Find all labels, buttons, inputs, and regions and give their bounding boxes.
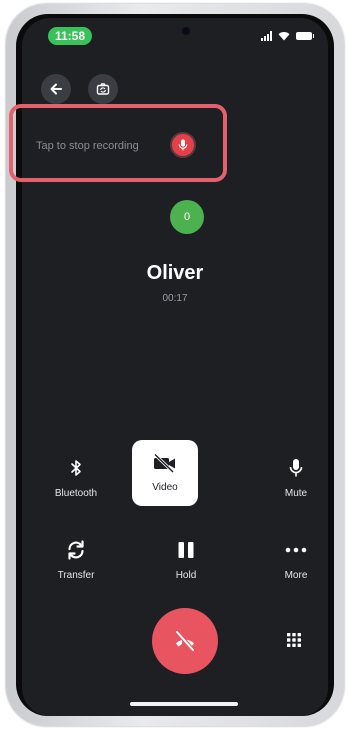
contact-avatar: 0 — [170, 200, 204, 234]
transfer-label: Transfer — [57, 570, 95, 581]
mute-button[interactable]: Mute — [256, 454, 328, 499]
transfer-icon — [68, 540, 84, 560]
video-button[interactable]: Video — [132, 440, 198, 506]
camera-flip-button[interactable] — [88, 74, 118, 104]
back-button[interactable] — [41, 74, 71, 104]
arrow-left-icon — [50, 83, 62, 95]
more-label: More — [284, 570, 308, 581]
pause-icon — [178, 542, 194, 558]
home-indicator[interactable] — [130, 702, 238, 706]
end-call-button[interactable] — [152, 608, 218, 674]
end-call-icon — [175, 630, 195, 652]
recording-highlight-box — [9, 104, 227, 182]
contact-name: Oliver — [146, 262, 204, 284]
signal-icon — [261, 31, 272, 41]
bluetooth-button[interactable]: Bluetooth — [36, 454, 116, 499]
video-label: Video — [152, 482, 178, 493]
camera-flip-icon — [96, 83, 110, 95]
hold-button[interactable]: Hold — [146, 536, 226, 581]
hold-label: Hold — [175, 570, 197, 581]
transfer-button[interactable]: Transfer — [36, 536, 116, 581]
call-timer: 00:17 — [162, 293, 188, 304]
keypad-icon — [287, 633, 301, 647]
bluetooth-label: Bluetooth — [54, 488, 98, 499]
battery-icon — [296, 32, 314, 40]
status-time: 11:58 — [48, 27, 92, 45]
mute-label: Mute — [284, 488, 308, 499]
status-icons — [261, 30, 314, 42]
front-camera — [181, 26, 191, 36]
bluetooth-icon — [71, 460, 81, 476]
video-off-icon — [153, 453, 175, 473]
more-button[interactable]: More — [256, 536, 328, 581]
wifi-icon — [278, 32, 290, 41]
more-dots-icon — [285, 547, 307, 553]
microphone-icon — [289, 459, 303, 477]
keypad-button[interactable] — [284, 630, 304, 650]
